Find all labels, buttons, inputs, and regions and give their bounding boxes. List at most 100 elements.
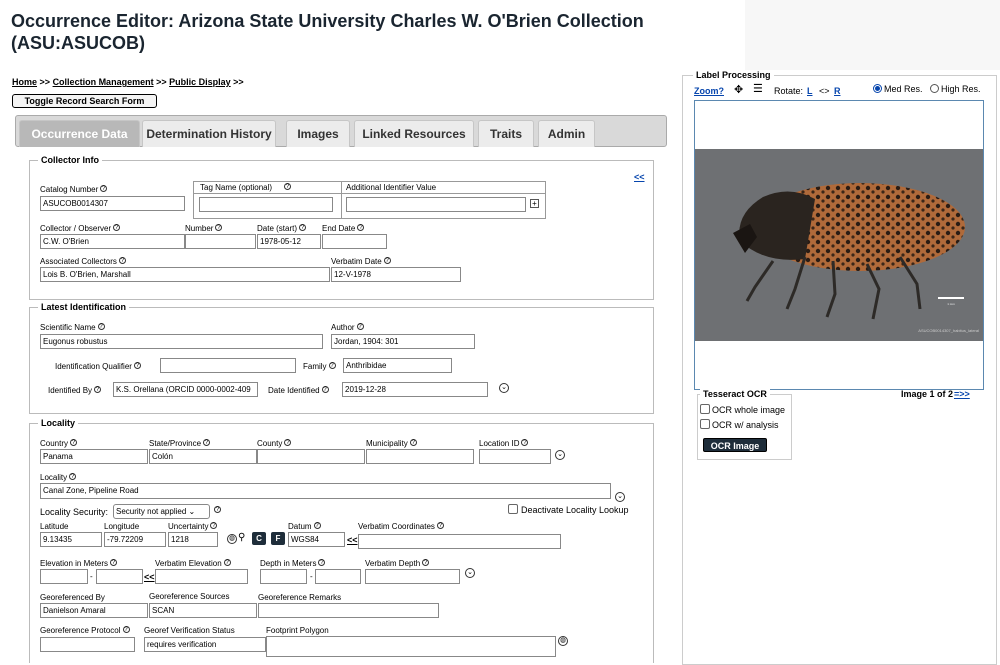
specimen-photo[interactable]: 1 mm ASUCOB0014307_habitus_lateral [695, 149, 983, 341]
elevation-min-input[interactable] [40, 569, 88, 584]
ocr-analysis-label: OCR w/ analysis [712, 420, 779, 430]
collector-info-legend: Collector Info [38, 155, 102, 165]
zoom-link[interactable]: Zoom? [694, 86, 724, 96]
image-count: Image 1 of 2 [901, 389, 954, 399]
breadcrumb-public-display[interactable]: Public Display [169, 77, 231, 87]
elevation-link[interactable]: << [144, 572, 155, 582]
verbatim-coordinates-input[interactable] [358, 534, 561, 549]
latitude-input[interactable]: 9.13435 [40, 532, 102, 547]
family-input[interactable]: Anthribidae [343, 358, 452, 373]
elevation-max-input[interactable] [96, 569, 143, 584]
identification-qualifier-label: Identification Qualifier? [55, 362, 141, 371]
tab-occurrence-data[interactable]: Occurrence Data [19, 120, 140, 147]
uncertainty-input[interactable]: 1218 [168, 532, 218, 547]
high-res-radio[interactable] [930, 84, 939, 93]
breadcrumb-home[interactable]: Home [12, 77, 37, 87]
locality-legend: Locality [38, 418, 79, 428]
tab-determination-history[interactable]: Determination History [142, 120, 276, 147]
tab-admin[interactable]: Admin [538, 120, 595, 147]
author-input[interactable]: Jordan, 1904: 301 [331, 334, 475, 349]
georeference-sources-input[interactable]: SCAN [149, 603, 257, 618]
header-right-background [745, 0, 1000, 70]
ocr-whole-checkbox[interactable] [700, 404, 710, 414]
additional-identifier-input[interactable] [346, 197, 526, 212]
identification-qualifier-input[interactable] [160, 358, 296, 373]
security-help-icon[interactable]: ? [214, 506, 221, 513]
date-start-input[interactable]: 1978-05-12 [257, 234, 321, 249]
country-input[interactable]: Panama [40, 449, 148, 464]
format-coordinates-button[interactable]: F [271, 532, 285, 545]
move-icon[interactable]: ✥ [734, 83, 743, 96]
globe-icon[interactable]: ◍ [227, 534, 237, 544]
state-input[interactable]: Colón [149, 449, 257, 464]
georeference-remarks-label: Georeference Remarks [258, 593, 342, 602]
scientific-name-input[interactable]: Eugonus robustus [40, 334, 323, 349]
identified-by-input[interactable]: K.S. Orellana (ORCID 0000-0002-409 [113, 382, 258, 397]
expand-locality-icon[interactable]: ⌄ [615, 492, 625, 502]
depth-min-input[interactable] [260, 569, 307, 584]
ocr-image-button[interactable]: OCR Image [703, 438, 767, 452]
collector-label: Collector / Observer? [40, 224, 121, 233]
associated-collectors-input[interactable]: Lois B. O'Brien, Marshall [40, 267, 330, 282]
author-label: Author? [331, 323, 364, 332]
footprint-globe-icon[interactable]: ◍ [558, 636, 568, 646]
date-identified-label: Date Identified? [268, 386, 329, 395]
depth-label: Depth in Meters? [260, 559, 326, 568]
tab-images[interactable]: Images [286, 120, 350, 147]
collector-input[interactable]: C.W. O'Brien [40, 234, 185, 249]
county-label: County? [257, 439, 292, 448]
depth-dash: - [310, 572, 313, 581]
date-start-label: Date (start)? [257, 224, 307, 233]
add-identifier-icon[interactable]: + [530, 199, 539, 208]
locality-textarea[interactable]: Canal Zone, Pipeline Road [40, 483, 611, 499]
locality-security-select[interactable]: Security not applied ⌄ [113, 504, 210, 519]
tag-name-input[interactable] [199, 197, 333, 212]
number-input[interactable] [185, 234, 256, 249]
end-date-label: End Date? [322, 224, 365, 233]
verbatim-depth-input[interactable] [365, 569, 460, 584]
longitude-input[interactable]: -79.72209 [104, 532, 166, 547]
georeference-remarks-input[interactable] [258, 603, 439, 618]
georeferenced-by-input[interactable]: Danielson Amaral [40, 603, 148, 618]
breadcrumb-sep: >> [156, 77, 167, 87]
datum-link[interactable]: << [347, 535, 358, 545]
locality-security-label: Locality Security: [40, 507, 109, 517]
depth-max-input[interactable] [315, 569, 361, 584]
collapse-link[interactable]: << [634, 172, 645, 182]
next-image-link[interactable]: =>> [954, 389, 970, 399]
verbatim-date-input[interactable]: 12-V-1978 [331, 267, 461, 282]
geolocate-icon[interactable]: ⚲ [238, 532, 245, 543]
location-id-input[interactable] [479, 449, 551, 464]
deactivate-lookup-checkbox[interactable] [508, 504, 518, 514]
end-date-input[interactable] [322, 234, 387, 249]
filter-icon[interactable]: ☰ [753, 82, 763, 95]
ocr-analysis-checkbox[interactable] [700, 419, 710, 429]
scientific-name-label: Scientific Name? [40, 323, 105, 332]
weevil-image: 1 mm ASUCOB0014307_habitus_lateral [733, 183, 979, 333]
breadcrumb-collection-management[interactable]: Collection Management [53, 77, 154, 87]
georeference-sources-label: Georeference Sources [149, 592, 230, 601]
verification-status-input[interactable]: requires verification [144, 637, 266, 652]
rotate-right-link[interactable]: R [834, 86, 841, 96]
footprint-polygon-textarea[interactable] [266, 636, 556, 657]
datum-label: Datum? [288, 522, 321, 531]
tab-linked-resources[interactable]: Linked Resources [354, 120, 474, 147]
rotate-left-link[interactable]: L [807, 86, 813, 96]
convert-coordinates-button[interactable]: C [252, 532, 266, 545]
med-res-radio[interactable] [873, 84, 882, 93]
location-id-label: Location ID? [479, 439, 529, 448]
expand-elevation-icon[interactable]: ⌄ [465, 568, 475, 578]
expand-location-icon[interactable]: ⌄ [555, 450, 565, 460]
catalog-number-input[interactable]: ASUCOB0014307 [40, 196, 185, 211]
datum-input[interactable]: WGS84 [288, 532, 345, 547]
date-identified-input[interactable]: 2019-12-28 [342, 382, 488, 397]
municipality-input[interactable] [366, 449, 474, 464]
county-input[interactable] [257, 449, 365, 464]
tab-traits[interactable]: Traits [478, 120, 534, 147]
georeference-protocol-label: Georeference Protocol? [40, 626, 130, 635]
toggle-record-search-button[interactable]: Toggle Record Search Form [12, 94, 157, 108]
breadcrumb-sep: >> [233, 77, 244, 87]
verbatim-elevation-input[interactable] [155, 569, 248, 584]
georeference-protocol-input[interactable] [40, 637, 135, 652]
expand-identification-icon[interactable]: ⌄ [499, 383, 509, 393]
